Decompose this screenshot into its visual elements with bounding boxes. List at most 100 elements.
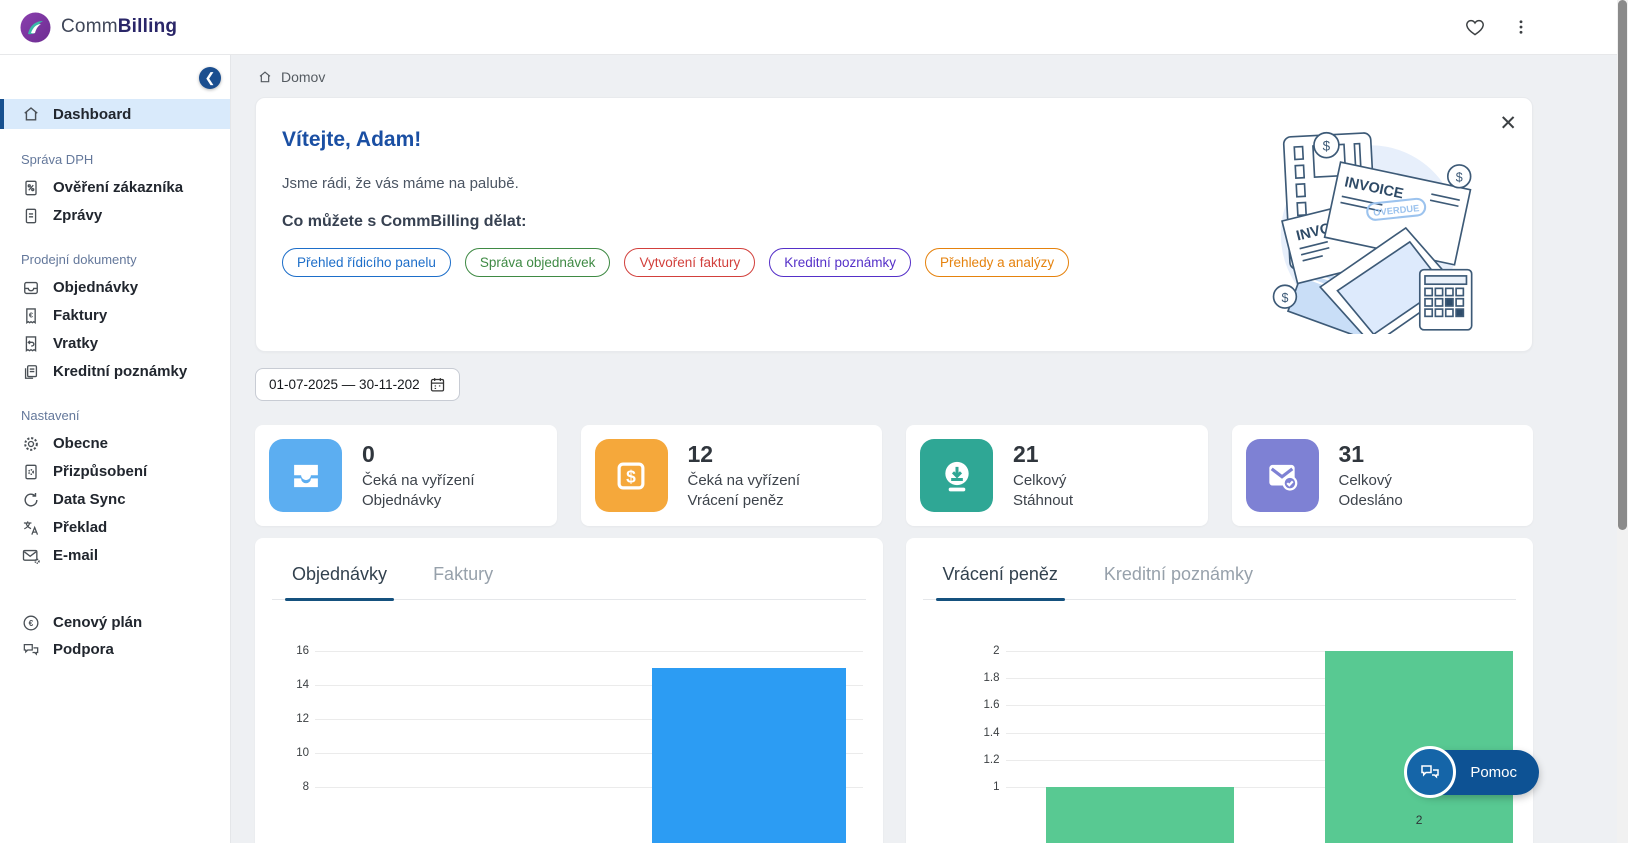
credit-notes-icon (21, 362, 41, 382)
support-chat-icon (21, 640, 41, 660)
charts-row: Objednávky Faktury 161412108 Vrácení pen… (255, 538, 1533, 843)
sidebar-item-faktury[interactable]: € Faktury (0, 302, 230, 329)
sidebar-item-data-sync[interactable]: Data Sync (0, 486, 230, 513)
y-axis-tick-label: 16 (265, 645, 309, 657)
stat-value: 0 (362, 441, 475, 468)
y-axis-tick-label: 1 (956, 781, 1000, 793)
brand-logo: CommBilling (20, 12, 177, 43)
sidebar-item-label: Data Sync (53, 491, 126, 508)
commbilling-logo-icon (20, 12, 51, 43)
y-axis-tick-label: 8 (265, 781, 309, 793)
chip-credit-notes[interactable]: Kreditní poznámky (769, 248, 911, 277)
sidebar-section-prodejni-dokumenty: Prodejní dokumenty Objednávky € Faktury (0, 252, 230, 385)
sidebar-item-podpora[interactable]: Podpora (0, 636, 230, 663)
tab-faktury[interactable]: Faktury (433, 564, 493, 599)
sidebar-item-zpravy[interactable]: Zprávy (0, 202, 230, 229)
sidebar-item-dashboard[interactable]: Dashboard (0, 99, 230, 129)
sidebar-item-obecne[interactable]: Obecne (0, 430, 230, 457)
favorites-heart-icon[interactable] (1464, 16, 1486, 38)
stat-card-total-sent: 31 CelkovýOdesláno (1232, 425, 1534, 526)
svg-text:$: $ (1281, 291, 1288, 305)
sidebar-item-cenovy-plan[interactable]: € Cenový plán (0, 609, 230, 636)
chart-gridline: 16 (315, 651, 863, 652)
help-button-label: Pomoc (1470, 764, 1517, 781)
tab-objednavky[interactable]: Objednávky (292, 564, 387, 599)
sidebar-item-email[interactable]: E-mail (0, 542, 230, 569)
stat-card-refunds-pending: $ 12 Čeká na vyřízeníVrácení peněz (581, 425, 883, 526)
tab-kreditni-poznamky[interactable]: Kreditní poznámky (1104, 564, 1253, 599)
vertical-scrollbar (1617, 0, 1628, 843)
stat-value: 21 (1013, 441, 1073, 468)
tab-vraceni-penez[interactable]: Vrácení peněz (943, 564, 1058, 599)
sidebar-item-preklad[interactable]: Překlad (0, 514, 230, 541)
sidebar-item-label: Faktury (53, 307, 107, 324)
stat-label: CelkovýOdesláno (1339, 471, 1403, 510)
stat-label: Čeká na vyřízeníVrácení peněz (688, 471, 801, 510)
document-gear-icon (21, 462, 41, 482)
invoice-euro-icon: € (21, 306, 41, 326)
sidebar: ❮ Dashboard Správa DPH Ověření zákazníka… (0, 55, 231, 843)
help-button[interactable]: Pomoc (1410, 750, 1539, 795)
y-axis-tick-label: 1.4 (956, 727, 1000, 739)
home-breadcrumb-icon (257, 69, 273, 85)
sync-icon (21, 490, 41, 510)
y-axis-tick-label: 14 (265, 679, 309, 691)
invoice-illustration: INVOICE INVOICE OVERDUE (1266, 112, 1474, 334)
sidebar-item-objednavky[interactable]: Objednávky (0, 274, 230, 301)
y-axis-tick-label: 1.8 (956, 672, 1000, 684)
chart-bar (1046, 787, 1234, 843)
y-axis-tick-label: 2 (956, 645, 1000, 657)
chip-dashboard-overview[interactable]: Přehled řídicího panelu (282, 248, 451, 277)
euro-circle-icon: € (21, 613, 41, 633)
stat-label: CelkovýStáhnout (1013, 471, 1073, 510)
date-range-picker[interactable]: 01-07-2025 — 30-11-202 (255, 368, 460, 401)
refund-dollar-icon: $ (595, 439, 668, 512)
bar-value-label: 2 (1416, 813, 1423, 827)
sidebar-item-overeni-zakaznika[interactable]: Ověření zákazníka (0, 174, 230, 201)
brand-name: CommBilling (61, 16, 177, 38)
sidebar-item-label: Podpora (53, 641, 114, 658)
mail-sent-icon (1246, 439, 1319, 512)
sidebar-item-kreditni-poznamky[interactable]: Kreditní poznámky (0, 358, 230, 385)
scrollbar-thumb[interactable] (1618, 0, 1627, 530)
sidebar-collapse-button[interactable]: ❮ (199, 67, 221, 89)
sidebar-item-vratky[interactable]: Vratky (0, 330, 230, 357)
translate-icon (21, 518, 41, 538)
sidebar-item-label: Dashboard (53, 106, 131, 123)
download-icon (920, 439, 993, 512)
sidebar-item-label: Ověření zákazníka (53, 179, 183, 196)
return-receipt-icon (21, 334, 41, 354)
kebab-menu-icon[interactable] (1512, 18, 1530, 36)
stat-label: Čeká na vyřízeníObjednávky (362, 471, 475, 510)
refunds-chart-card: Vrácení peněz Kreditní poznámky 21.81.61… (906, 538, 1534, 843)
chip-invoice-creation[interactable]: Vytvoření faktury (624, 248, 755, 277)
refunds-chart-tabs: Vrácení peněz Kreditní poznámky (923, 564, 1517, 600)
help-chat-icon (1404, 746, 1456, 798)
sidebar-item-label: Vratky (53, 335, 98, 352)
orders-inbox-icon (269, 439, 342, 512)
breadcrumb[interactable]: Domov (255, 55, 1533, 97)
sidebar-section-nastaveni: Nastavení Obecne Přizpůsobení Data Sync (0, 408, 230, 569)
close-icon[interactable]: ✕ (1495, 109, 1521, 138)
chip-order-management[interactable]: Správa objednávek (465, 248, 611, 277)
stat-card-orders-pending: 0 Čeká na vyřízeníObjednávky (255, 425, 557, 526)
sidebar-item-label: Zprávy (53, 207, 102, 224)
sidebar-item-label: Obecne (53, 435, 108, 452)
gear-icon (21, 434, 41, 454)
sidebar-item-label: Přizpůsobení (53, 463, 147, 480)
sidebar-item-label: Objednávky (53, 279, 138, 296)
sidebar-item-prizpusobeni[interactable]: Přizpůsobení (0, 458, 230, 485)
stat-card-total-downloaded: 21 CelkovýStáhnout (906, 425, 1208, 526)
chip-reports-analytics[interactable]: Přehledy a analýzy (925, 248, 1069, 277)
top-bar: CommBilling (0, 0, 1628, 55)
sidebar-footer: € Cenový plán Podpora (0, 609, 230, 663)
sidebar-item-label: Kreditní poznámky (53, 363, 187, 380)
svg-text:$: $ (626, 466, 636, 486)
stats-row: 0 Čeká na vyřízeníObjednávky $ 12 Čeká n… (255, 425, 1533, 526)
orders-chart-card: Objednávky Faktury 161412108 (255, 538, 883, 843)
svg-text:€: € (29, 310, 34, 319)
svg-text:$: $ (1456, 171, 1463, 185)
chart-bar (652, 668, 846, 843)
orders-chart-tabs: Objednávky Faktury (272, 564, 866, 600)
y-axis-tick-label: 12 (265, 713, 309, 725)
